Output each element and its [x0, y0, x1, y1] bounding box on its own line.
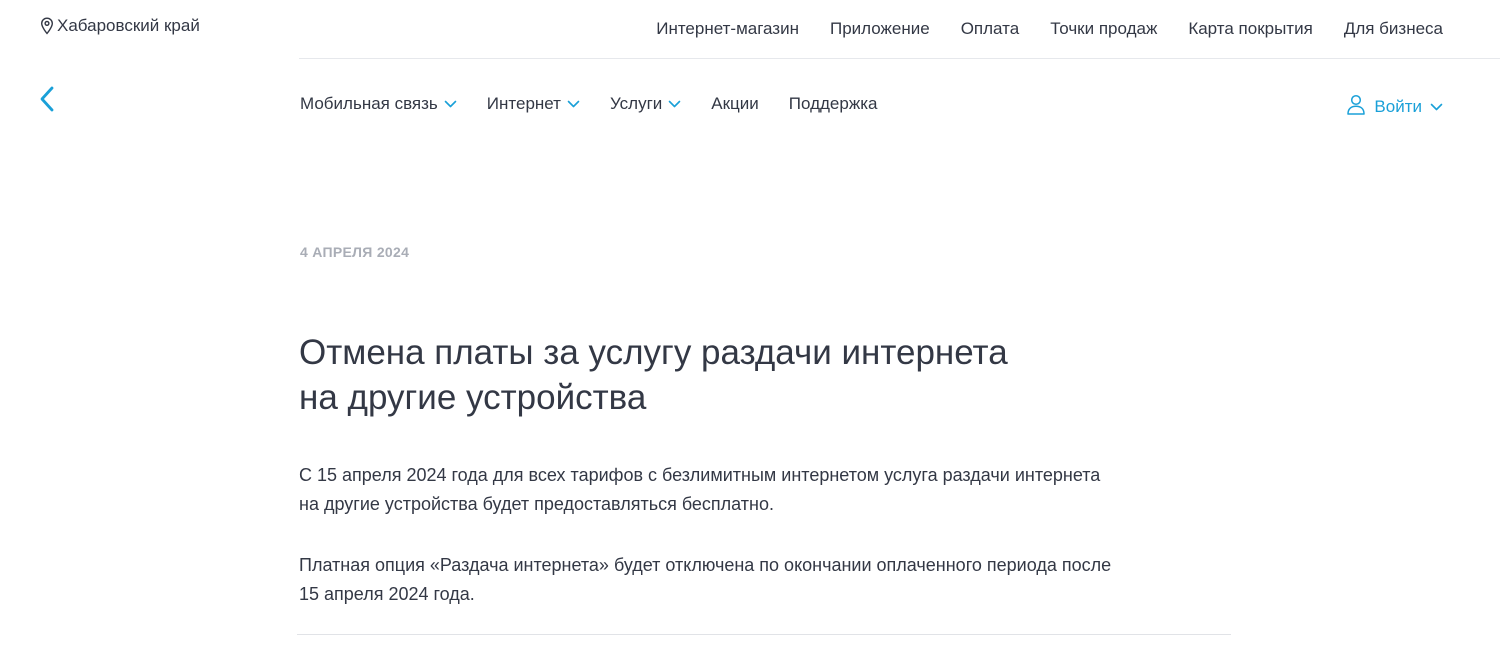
- article-title: Отмена платы за услугу раздачи интернета…: [299, 330, 1199, 420]
- paragraph-line: С 15 апреля 2024 года для всех тарифов с…: [299, 465, 1101, 485]
- top-divider: [299, 58, 1500, 59]
- nav-item-label: Мобильная связь: [300, 94, 438, 113]
- nav-item-internet[interactable]: Интернет: [487, 94, 580, 114]
- top-link-sales-points[interactable]: Точки продаж: [1050, 19, 1157, 39]
- top-link-business[interactable]: Для бизнеса: [1344, 19, 1443, 39]
- top-link-app[interactable]: Приложение: [830, 19, 930, 39]
- top-links: Интернет-магазин Приложение Оплата Точки…: [656, 19, 1443, 39]
- chevron-left-icon: [39, 86, 55, 117]
- login-label: Войти: [1374, 97, 1422, 116]
- nav-item-support[interactable]: Поддержка: [789, 94, 878, 114]
- nav-item-mobile[interactable]: Мобильная связь: [300, 94, 457, 114]
- article-paragraph: Платная опция «Раздача интернета» будет …: [299, 551, 1239, 609]
- page: Хабаровский край Интернет-магазин Прилож…: [0, 0, 1500, 656]
- region-label: Хабаровский край: [57, 16, 200, 35]
- nav-item-label: Поддержка: [788, 94, 878, 113]
- main-nav: Мобильная связь Интернет Услуги Акции По…: [300, 94, 877, 114]
- article-paragraph: С 15 апреля 2024 года для всех тарифов с…: [299, 461, 1239, 519]
- paragraph-line: на другие устройства будет предоставлять…: [299, 494, 774, 514]
- back-button[interactable]: [34, 86, 60, 117]
- top-link-payment[interactable]: Оплата: [961, 19, 1019, 39]
- top-link-shop[interactable]: Интернет-магазин: [656, 19, 799, 39]
- nav-item-services[interactable]: Услуги: [610, 94, 681, 114]
- article-title-line: на другие устройства: [299, 378, 647, 417]
- chevron-down-icon: [567, 100, 580, 108]
- chevron-down-icon: [1430, 103, 1443, 111]
- login-button[interactable]: Войти: [1346, 94, 1443, 120]
- region-selector[interactable]: Хабаровский край: [40, 16, 200, 36]
- nav-item-promotions[interactable]: Акции: [711, 94, 759, 114]
- top-bar: Хабаровский край Интернет-магазин Прилож…: [0, 0, 1500, 58]
- chevron-down-icon: [444, 100, 457, 108]
- nav-item-label: Услуги: [609, 94, 663, 113]
- nav-item-label: Акции: [711, 94, 759, 113]
- top-link-coverage-map[interactable]: Карта покрытия: [1188, 19, 1312, 39]
- chevron-down-icon: [668, 100, 681, 108]
- paragraph-line: Платная опция «Раздача интернета» будет …: [299, 555, 1112, 575]
- location-pin-icon: [40, 17, 54, 35]
- user-icon: [1346, 94, 1366, 120]
- article-divider: [297, 634, 1231, 635]
- paragraph-line: 15 апреля 2024 года.: [299, 584, 475, 604]
- nav-item-label: Интернет: [486, 94, 561, 113]
- article-date: 4 АПРЕЛЯ 2024: [300, 244, 410, 260]
- article-title-line: Отмена платы за услугу раздачи интернета: [299, 333, 1008, 372]
